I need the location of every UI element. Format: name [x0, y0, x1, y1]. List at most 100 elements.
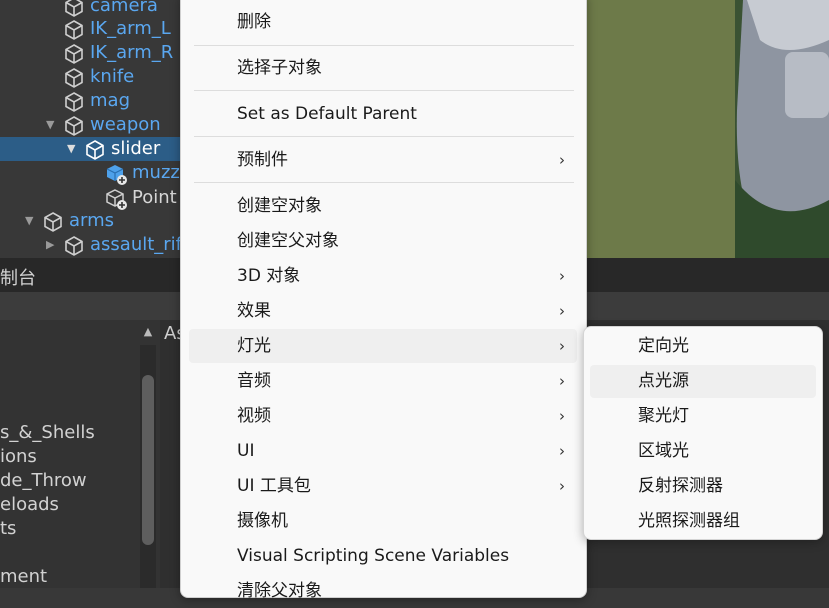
- gameobject-cube-icon: [85, 140, 105, 160]
- menu-item-set-default-parent[interactable]: Set as Default Parent: [189, 97, 577, 131]
- hierarchy-item-label: knife: [90, 66, 135, 87]
- menu-item-camera[interactable]: 摄像机: [189, 504, 577, 538]
- submenu-item-point-light[interactable]: 点光源: [590, 365, 816, 398]
- menu-item-label: UI: [237, 441, 255, 461]
- menu-item-label: Visual Scripting Scene Variables: [237, 546, 510, 566]
- context-menu: 删除 选择子对象 Set as Default Parent 预制件 › 创建空…: [180, 0, 587, 601]
- submenu-item-directional-light[interactable]: 定向光: [590, 330, 816, 363]
- hierarchy-item-camera[interactable]: camera: [0, 0, 190, 18]
- chevron-right-icon: ›: [559, 477, 565, 495]
- expand-arrow-icon[interactable]: ▼: [67, 137, 75, 161]
- menu-item-3d-object[interactable]: 3D 对象 ›: [189, 259, 577, 293]
- project-folder-list: s_&_Shells ions de_Throw eloads ts ment: [0, 320, 160, 588]
- chevron-right-icon: ›: [559, 442, 565, 460]
- hierarchy-item-label: Point: [132, 187, 177, 208]
- menu-item-clear-parent[interactable]: 清除父对象: [189, 574, 577, 608]
- submenu-item-area-light[interactable]: 区域光: [590, 435, 816, 468]
- hierarchy-item-label: weapon: [90, 114, 161, 135]
- submenu-item-light-probe-group[interactable]: 光照探测器组: [590, 505, 816, 538]
- chevron-right-icon: ›: [559, 267, 565, 285]
- submenu-item-spot-light[interactable]: 聚光灯: [590, 400, 816, 433]
- list-item[interactable]: ts: [0, 517, 16, 541]
- hierarchy-item-muzz[interactable]: muzz: [0, 161, 190, 185]
- gameobject-cube-icon: [64, 68, 84, 88]
- list-item[interactable]: s_&_Shells: [0, 421, 95, 445]
- menu-separator: [194, 45, 574, 46]
- menu-item-label: 选择子对象: [237, 58, 322, 78]
- expand-arrow-icon[interactable]: ▼: [46, 113, 54, 137]
- hierarchy-item-weapon[interactable]: ▼ weapon: [0, 113, 190, 137]
- submenu-item-reflection-probe[interactable]: 反射探测器: [590, 470, 816, 503]
- hierarchy-item-slider[interactable]: ▼ slider: [0, 137, 190, 161]
- menu-item-label: UI 工具包: [237, 476, 311, 496]
- hierarchy-item-label: assault_rif: [90, 234, 183, 255]
- light-submenu: 定向光 点光源 聚光灯 区域光 反射探测器 光照探测器组: [583, 326, 823, 540]
- gameobject-add-icon: [106, 189, 127, 210]
- chevron-right-icon: ›: [559, 337, 565, 355]
- hierarchy-item-label: mag: [90, 90, 130, 111]
- scene-render: [585, 0, 829, 258]
- menu-item-label: 创建空对象: [237, 196, 322, 216]
- hierarchy-panel: camera IK_arm_L IK_arm_R knife mag ▼ wea…: [0, 0, 190, 258]
- menu-item-label: 删除: [237, 12, 271, 32]
- gameobject-cube-icon: [64, 44, 84, 64]
- chevron-right-icon: ›: [559, 407, 565, 425]
- chevron-right-icon: ›: [559, 372, 565, 390]
- menu-item-create-empty[interactable]: 创建空对象: [189, 189, 577, 223]
- scrollbar-thumb[interactable]: [142, 375, 154, 545]
- hierarchy-item-ik-arm-r[interactable]: IK_arm_R: [0, 41, 190, 65]
- menu-item-effects[interactable]: 效果 ›: [189, 294, 577, 328]
- menu-item-label: 摄像机: [237, 511, 288, 531]
- list-item[interactable]: eloads: [0, 493, 59, 517]
- hierarchy-item-ik-arm-l[interactable]: IK_arm_L: [0, 17, 190, 41]
- menu-item-delete[interactable]: 删除: [189, 5, 577, 39]
- list-item[interactable]: de_Throw: [0, 469, 87, 493]
- menu-item-create-empty-parent[interactable]: 创建空父对象: [189, 224, 577, 258]
- menu-item-label: 创建空父对象: [237, 231, 339, 251]
- menu-item-ui-toolkit[interactable]: UI 工具包 ›: [189, 469, 577, 503]
- prefab-add-icon: [106, 164, 127, 185]
- gameobject-cube-icon: [64, 0, 84, 17]
- menu-item-label: 视频: [237, 406, 271, 426]
- scroll-up-arrow-icon[interactable]: ▲: [140, 322, 156, 342]
- menu-item-label: 效果: [237, 301, 271, 321]
- submenu-item-label: 定向光: [638, 336, 689, 356]
- submenu-item-label: 反射探测器: [638, 476, 723, 496]
- hierarchy-item-arms[interactable]: ▼ arms: [0, 209, 190, 233]
- hierarchy-item-label: camera: [90, 0, 158, 16]
- chevron-right-icon: ›: [559, 302, 565, 320]
- menu-item-video[interactable]: 视频 ›: [189, 399, 577, 433]
- console-tab-label[interactable]: 制台: [0, 264, 36, 290]
- hierarchy-item-label: arms: [69, 210, 115, 231]
- chevron-right-icon: ›: [559, 151, 565, 169]
- menu-item-audio[interactable]: 音频 ›: [189, 364, 577, 398]
- menu-item-visual-scripting-scene-variables[interactable]: Visual Scripting Scene Variables: [189, 539, 577, 573]
- submenu-item-label: 光照探测器组: [638, 511, 740, 531]
- menu-item-select-children[interactable]: 选择子对象: [189, 51, 577, 85]
- hierarchy-item-knife[interactable]: knife: [0, 65, 190, 89]
- menu-item-prefab[interactable]: 预制件 ›: [189, 143, 577, 177]
- scene-view[interactable]: [585, 0, 829, 258]
- hierarchy-item-label: IK_arm_L: [90, 18, 171, 39]
- menu-item-light[interactable]: 灯光 ›: [189, 329, 577, 363]
- collapse-arrow-icon[interactable]: ▶: [46, 233, 54, 257]
- menu-item-label: 灯光: [237, 336, 271, 356]
- hierarchy-item-label: IK_arm_R: [90, 42, 174, 63]
- submenu-item-label: 区域光: [638, 441, 689, 461]
- gameobject-cube-icon: [64, 20, 84, 40]
- menu-separator: [194, 90, 574, 91]
- menu-item-label: 音频: [237, 371, 271, 391]
- hierarchy-item-point[interactable]: Point: [0, 186, 190, 210]
- submenu-item-label: 点光源: [638, 371, 689, 391]
- hierarchy-item-assault-rifle[interactable]: ▶ assault_rif: [0, 233, 190, 257]
- submenu-item-label: 聚光灯: [638, 406, 689, 426]
- hierarchy-item-mag[interactable]: mag: [0, 89, 190, 113]
- menu-item-ui[interactable]: UI ›: [189, 434, 577, 468]
- menu-item-label: 预制件: [237, 150, 288, 170]
- menu-separator: [194, 182, 574, 183]
- list-item[interactable]: ment: [0, 565, 47, 588]
- gameobject-cube-icon: [64, 236, 84, 256]
- list-item[interactable]: ions: [0, 445, 37, 469]
- menu-item-label: 3D 对象: [237, 266, 301, 286]
- expand-arrow-icon[interactable]: ▼: [25, 209, 33, 233]
